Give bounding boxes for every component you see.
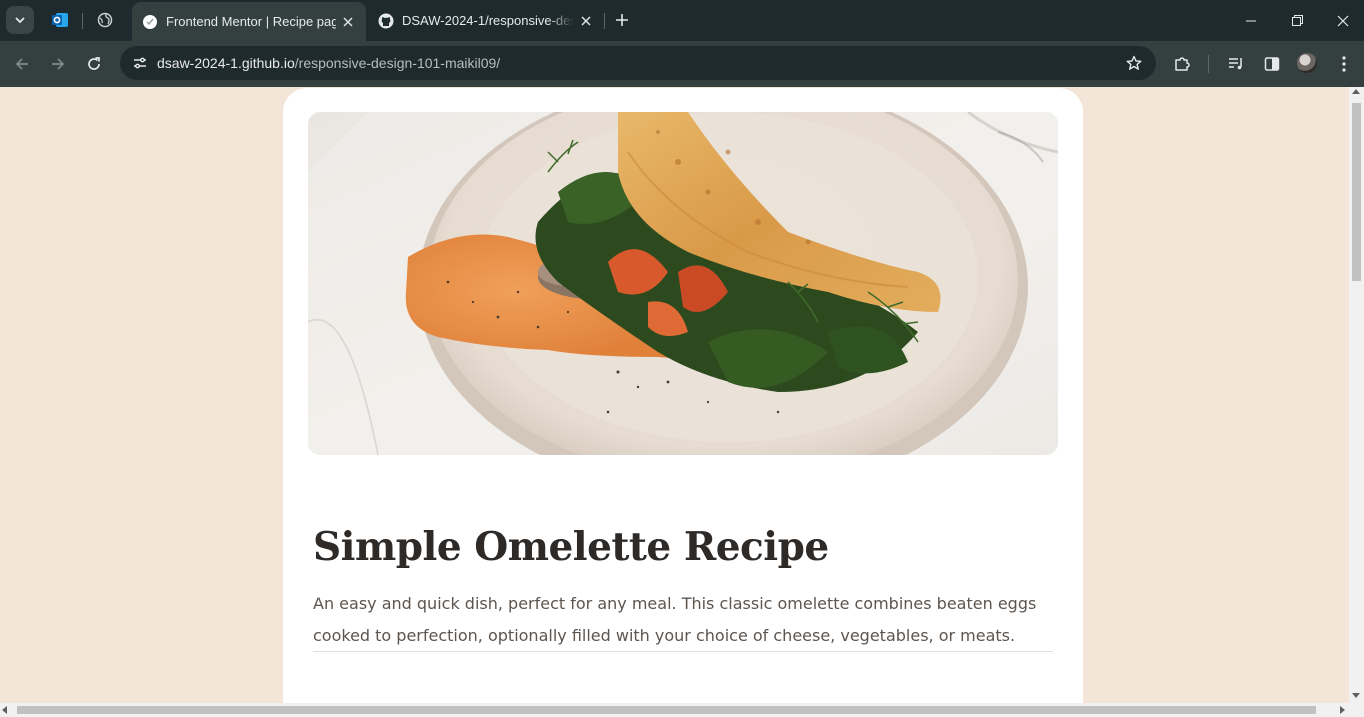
arrow-left-icon [15,58,28,70]
horizontal-scroll-thumb[interactable] [17,706,1316,714]
vertical-scrollbar[interactable] [1349,87,1364,703]
scroll-right-arrow-icon[interactable] [1340,706,1345,714]
vertical-scroll-thumb[interactable] [1352,103,1361,281]
scrollbar-corner [1349,703,1364,717]
recipe-description: An easy and quick dish, perfect for any … [313,594,1037,645]
media-control-icon [1229,58,1242,70]
tab-github-repo[interactable]: DSAW-2024-1/responsive-design-101-maikil… [368,0,604,41]
tab-search-button[interactable] [6,6,34,34]
page-viewport: Simple Omelette Recipe An easy and quick… [0,87,1364,717]
site-info-button[interactable] [128,51,152,75]
pinned-tab-outlook[interactable] [50,10,70,30]
close-icon [1337,15,1349,26]
frontend-mentor-favicon [142,14,158,30]
browser-menu-button[interactable] [1330,50,1358,78]
chevron-down-icon [15,17,25,24]
new-tab-button[interactable] [610,8,634,32]
scroll-left-arrow-icon[interactable] [2,706,7,714]
bookmark-button[interactable] [1122,51,1146,75]
browser-toolbar: dsaw-2024-1.github.io/responsive-design-… [0,41,1364,87]
tab-title: DSAW-2024-1/responsive-design-101-maikil… [402,13,574,28]
tab-title: Frontend Mentor | Recipe page [166,14,336,29]
close-tab-button[interactable] [574,9,598,33]
toolbar-separator [1208,55,1209,73]
outlook-icon [52,13,68,27]
section-divider [313,651,1053,652]
minimize-button[interactable] [1228,0,1274,41]
kebab-menu-icon [1342,56,1346,72]
back-button[interactable] [8,50,36,78]
scroll-up-arrow-icon[interactable] [1352,89,1360,94]
close-window-button[interactable] [1320,0,1364,41]
reload-button[interactable] [80,50,108,78]
arrow-right-icon [52,58,65,70]
browser-tab-strip: Frontend Mentor | Recipe page DSAW-2024-… [0,0,1364,41]
address-bar[interactable]: dsaw-2024-1.github.io/responsive-design-… [120,46,1156,80]
forward-button[interactable] [44,50,72,78]
url-path: /responsive-design-101-maikil09/ [294,55,501,71]
profile-avatar[interactable] [1297,53,1317,73]
recipe-title: Simple Omelette Recipe [313,524,829,570]
restore-icon [1291,15,1303,26]
media-control-button[interactable] [1222,50,1250,78]
side-panel-button[interactable] [1258,50,1286,78]
star-icon [1126,55,1142,70]
globe-icon [97,12,113,28]
plus-icon [616,14,628,26]
close-tab-button[interactable] [336,10,360,34]
url-text: dsaw-2024-1.github.io/responsive-design-… [157,55,500,71]
tab-separator [604,13,605,29]
minimize-icon [1246,20,1256,21]
scroll-down-arrow-icon[interactable] [1352,693,1360,698]
tune-icon [134,57,146,69]
restore-button[interactable] [1274,0,1320,41]
reload-icon [88,57,100,70]
horizontal-scrollbar[interactable] [0,703,1349,717]
pinned-tab-globe[interactable] [95,10,115,30]
tab-separator [82,13,83,29]
side-panel-icon [1264,57,1280,71]
extensions-button[interactable] [1168,50,1196,78]
url-host: dsaw-2024-1.github.io [157,55,295,71]
github-icon [378,13,394,29]
omelette-hero-image [308,112,1058,455]
tab-recipe-page[interactable]: Frontend Mentor | Recipe page [132,2,366,41]
puzzle-icon [1175,57,1190,71]
close-icon [581,15,591,26]
close-icon [343,16,353,27]
recipe-card: Simple Omelette Recipe An easy and quick… [283,88,1083,717]
